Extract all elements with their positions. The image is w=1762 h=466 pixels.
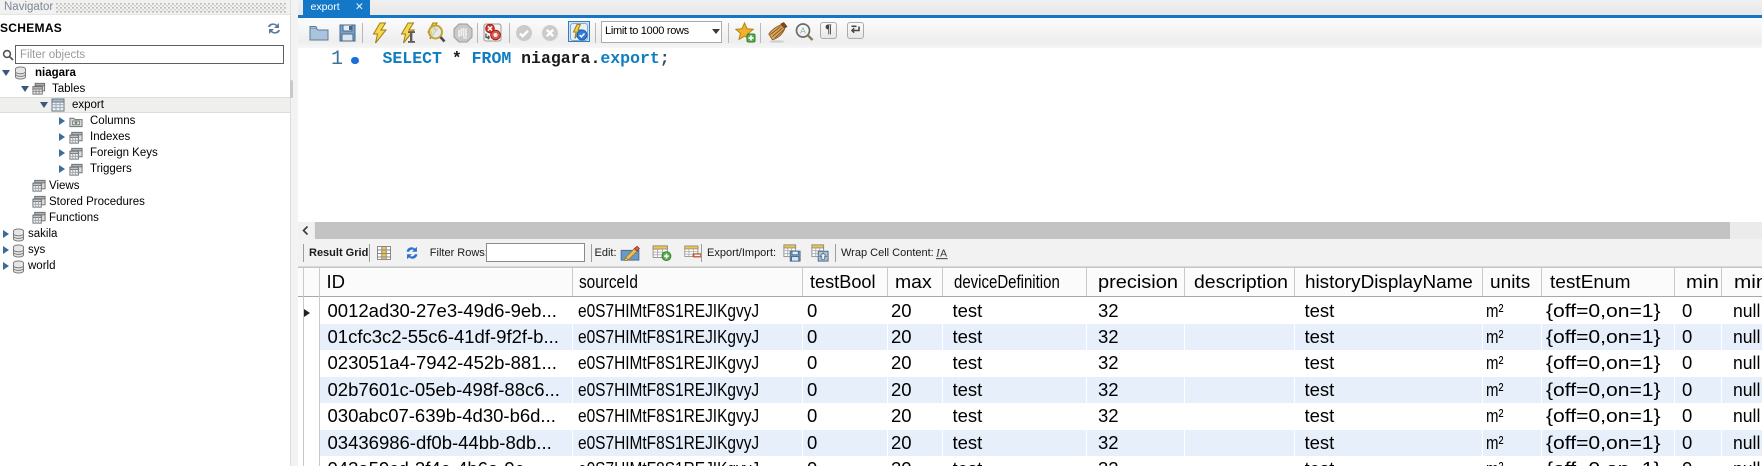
svg-text:A: A [800, 25, 806, 35]
svg-text:A: A [940, 248, 947, 259]
